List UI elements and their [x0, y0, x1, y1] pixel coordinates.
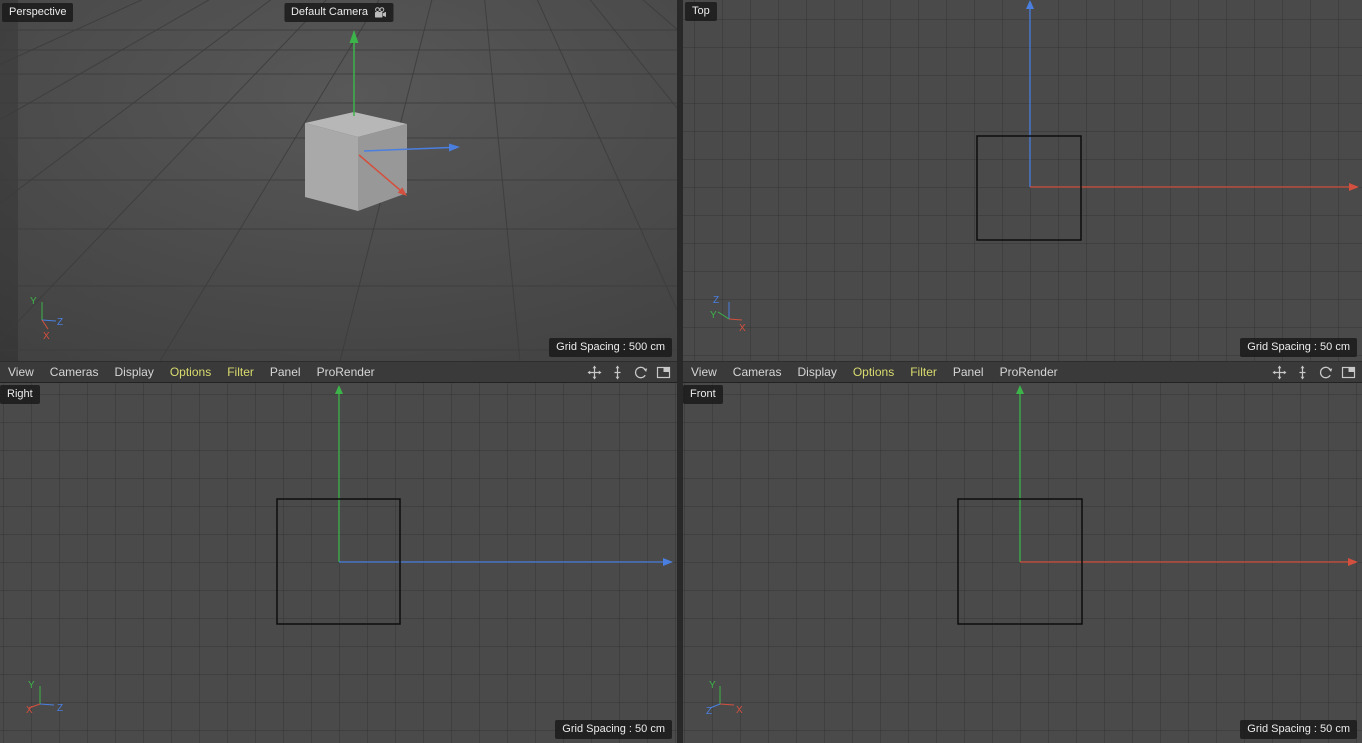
- quad-viewport-stage: Y Z X Perspective Default Camera Grid Sp…: [0, 0, 1362, 743]
- menu-item-options[interactable]: Options: [170, 365, 211, 379]
- dolly-icon[interactable]: [1295, 365, 1310, 380]
- world-x-arrow[interactable]: [1348, 558, 1358, 566]
- cube-3d[interactable]: [305, 112, 407, 211]
- axis-x-label: X: [26, 705, 33, 716]
- axis-z-label: Z: [57, 317, 63, 328]
- viewport-top[interactable]: Z Y X Top Grid Spacing : 50 cm: [683, 0, 1362, 361]
- menu-item-view[interactable]: View: [8, 365, 34, 379]
- dolly-icon[interactable]: [610, 365, 625, 380]
- viewport-nav-tools: [587, 365, 671, 380]
- menu-item-cameras[interactable]: Cameras: [50, 365, 99, 379]
- axis-x-label: X: [739, 323, 746, 334]
- toggle-layout-icon[interactable]: [656, 365, 671, 380]
- rotate-icon[interactable]: [1318, 365, 1333, 380]
- axis-indicator: Z Y X: [710, 295, 746, 334]
- axis-x-label: X: [43, 331, 50, 342]
- viewport-label: Perspective: [2, 3, 74, 22]
- camera-icon[interactable]: [373, 6, 386, 19]
- axis-y-label: Y: [30, 296, 37, 307]
- viewport-label: Front: [683, 385, 723, 404]
- right-scene: Y Z X: [26, 385, 673, 716]
- perspective-scene: Y Z X: [0, 0, 677, 361]
- menu-item-panel[interactable]: Panel: [953, 365, 984, 379]
- axis-x-label: X: [736, 705, 743, 716]
- indicator-y-line: [717, 311, 730, 320]
- front-scene: Y X Z: [706, 385, 1358, 717]
- indicator-x-line: [728, 318, 743, 321]
- pan-icon[interactable]: [587, 365, 602, 380]
- menu-item-prorender[interactable]: ProRender: [317, 365, 375, 379]
- menu-item-options[interactable]: Options: [853, 365, 894, 379]
- world-y-arrow[interactable]: [335, 385, 343, 394]
- axis-indicator: Y Z X: [26, 680, 63, 716]
- menu-item-display[interactable]: Display: [114, 365, 153, 379]
- viewport-front[interactable]: Y X Z Front Grid Spacing : 50 cm: [683, 383, 1362, 743]
- grid-spacing-badge: Grid Spacing : 500 cm: [549, 338, 672, 357]
- viewport-toolbar-right: View Cameras Display Options Filter Pane…: [683, 361, 1362, 383]
- menu-item-display[interactable]: Display: [797, 365, 836, 379]
- world-x-arrow[interactable]: [1349, 183, 1359, 191]
- rotate-icon[interactable]: [633, 365, 648, 380]
- indicator-z-line: [39, 703, 55, 706]
- camera-name: Default Camera: [290, 6, 369, 18]
- menu-item-cameras[interactable]: Cameras: [733, 365, 782, 379]
- axis-y-label: Y: [709, 680, 716, 691]
- cube-outline[interactable]: [976, 135, 1082, 241]
- camera-chip[interactable]: Default Camera: [283, 3, 394, 22]
- indicator-x-line: [719, 703, 735, 706]
- grid-spacing-badge: Grid Spacing : 50 cm: [1240, 720, 1357, 739]
- grid-spacing-badge: Grid Spacing : 50 cm: [555, 720, 672, 739]
- axis-y-label: Y: [710, 310, 717, 321]
- axis-z-label: Z: [57, 703, 63, 714]
- axis-z-label: Z: [706, 706, 712, 717]
- axis-indicator: Y X Z: [706, 680, 743, 717]
- top-scene: Z Y X: [710, 0, 1359, 334]
- grid-spacing-badge: Grid Spacing : 50 cm: [1240, 338, 1357, 357]
- menu-item-panel[interactable]: Panel: [270, 365, 301, 379]
- menu-item-prorender[interactable]: ProRender: [1000, 365, 1058, 379]
- menu-item-filter[interactable]: Filter: [227, 365, 254, 379]
- pan-icon[interactable]: [1272, 365, 1287, 380]
- viewport-perspective[interactable]: Y Z X Perspective Default Camera Grid Sp…: [0, 0, 677, 361]
- viewport-label: Top: [685, 2, 717, 21]
- viewport-right[interactable]: Y Z X Right Grid Spacing : 50 cm: [0, 383, 677, 743]
- axis-y-label: Y: [28, 680, 35, 691]
- menu-item-filter[interactable]: Filter: [910, 365, 937, 379]
- viewport-label: Right: [0, 385, 40, 404]
- world-z-arrow[interactable]: [663, 558, 673, 566]
- viewport-nav-tools: [1272, 365, 1356, 380]
- menu-item-view[interactable]: View: [691, 365, 717, 379]
- world-y-arrow[interactable]: [1016, 385, 1024, 394]
- viewport-toolbar-left: View Cameras Display Options Filter Pane…: [0, 361, 677, 383]
- axis-z-label: Z: [713, 295, 719, 306]
- world-z-arrow[interactable]: [1026, 0, 1034, 9]
- toggle-layout-icon[interactable]: [1341, 365, 1356, 380]
